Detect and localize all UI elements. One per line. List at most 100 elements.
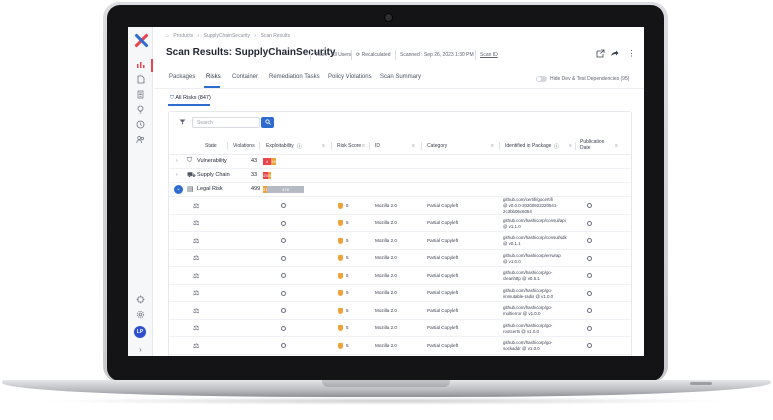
column-menu-icon[interactable]: ≡: [412, 143, 415, 149]
info-icon[interactable]: [281, 290, 286, 296]
export-icon[interactable]: [596, 49, 605, 58]
tab-policy-violations[interactable]: Policy Violations: [328, 74, 372, 80]
info-icon[interactable]: [587, 273, 592, 279]
collapse-chevron-icon[interactable]: ⌄: [174, 185, 183, 194]
avatar[interactable]: LP: [134, 326, 146, 338]
info-icon[interactable]: [587, 308, 592, 314]
info-icon[interactable]: [281, 343, 286, 349]
info-icon[interactable]: [281, 220, 286, 226]
expand-chevron-icon[interactable]: ›: [176, 158, 178, 164]
package-name[interactable]: github.com/hashicorp/go-cleanhttp @ v0.5…: [503, 270, 573, 282]
table-row[interactable]: ⚖ 5 Mozilla 2.0 Partial Copyleft github.com/…: [169, 285, 631, 302]
chart-icon[interactable]: [135, 60, 146, 71]
info-icon[interactable]: [281, 203, 286, 209]
clock-icon[interactable]: [135, 120, 146, 131]
package-name[interactable]: github.com/hashicorp/go-rootcerts @ v1.0…: [503, 323, 573, 335]
license-id[interactable]: Mozilla 2.0: [375, 203, 397, 208]
column-menu-icon[interactable]: ≡: [322, 143, 325, 149]
info-icon[interactable]: [281, 238, 286, 244]
plugin-icon[interactable]: [135, 295, 146, 306]
group-row-supply-chain[interactable]: › ⛟ Supply Chain 33 25 8: [169, 169, 631, 183]
info-icon[interactable]: [587, 343, 592, 349]
hide-dev-test-toggle[interactable]: [536, 76, 547, 82]
tab-scan-summary[interactable]: Scan Summary: [380, 74, 421, 80]
license-id[interactable]: Mozilla 2.0: [375, 238, 397, 243]
info-icon[interactable]: [587, 220, 592, 226]
breadcrumb-products[interactable]: Products: [173, 33, 193, 39]
license-id[interactable]: Mozilla 2.0: [375, 255, 397, 260]
info-icon[interactable]: [587, 238, 592, 244]
table-row[interactable]: ⚖ 5 Mozilla 2.0 Partial Copyleft github.com/…: [169, 197, 631, 215]
table-row[interactable]: ⚖ 5 Mozilla 2.0 Partial Copyleft github.com/…: [169, 250, 631, 267]
app-logo[interactable]: [133, 33, 149, 48]
tab-container[interactable]: Container: [232, 74, 258, 80]
risk-score: 5: [346, 272, 349, 278]
table-row[interactable]: ⚖ 5 Mozilla 2.0 Partial Copyleft github.com/…: [169, 267, 631, 285]
group-row-vulnerability[interactable]: › ⛉ Vulnerability 43 4 19: [169, 155, 631, 169]
column-publication-date[interactable]: Publication Date: [580, 139, 604, 151]
bar-segment: 8: [268, 172, 271, 179]
info-icon[interactable]: [281, 325, 286, 331]
table-row[interactable]: ⚖ 5 Mozilla 2.0 Partial Copyleft github.com/…: [169, 232, 631, 250]
file-icon[interactable]: [135, 75, 146, 86]
column-violations[interactable]: Violations: [233, 143, 255, 149]
package-name[interactable]: github.com/hashicorp/go-sockaddr @ v1.0.…: [503, 340, 573, 352]
info-icon[interactable]: [587, 255, 592, 261]
info-icon[interactable]: [281, 255, 286, 261]
column-menu-icon[interactable]: ≡: [569, 143, 572, 149]
subtab-all-risks[interactable]: ⛉ All Risks (847): [170, 95, 211, 102]
scan-id-link[interactable]: Scan ID: [480, 52, 498, 58]
column-identified-in-package[interactable]: Identified in Package: [505, 143, 551, 149]
package-name[interactable]: github.com/hashicorp/go-multierror @ v1.…: [503, 305, 573, 317]
license-id[interactable]: Mozilla 2.0: [375, 343, 397, 348]
scale-icon: ⚖: [193, 220, 200, 228]
package-name[interactable]: github.com/hashicorp/errwrap @ v1.0.0: [503, 253, 573, 265]
group-count: 43: [251, 158, 258, 164]
bulb-icon[interactable]: [135, 105, 146, 116]
breadcrumb-project[interactable]: SupplyChainSecurity: [204, 33, 250, 39]
home-icon[interactable]: ⌂: [166, 33, 169, 39]
column-menu-icon[interactable]: ≡: [362, 143, 365, 149]
column-menu-icon[interactable]: ≡: [491, 143, 494, 149]
group-count: 499: [251, 186, 261, 192]
tab-remediation-tasks[interactable]: Remediation Tasks: [269, 74, 320, 80]
column-id[interactable]: ID: [375, 143, 380, 149]
package-name[interactable]: github.com/hashicorp/consul/sdk @ v0.1.1: [503, 235, 573, 247]
tab-risks[interactable]: Risks: [206, 74, 221, 80]
license-id[interactable]: Mozilla 2.0: [375, 220, 397, 225]
info-icon[interactable]: [587, 290, 592, 296]
tab-packages[interactable]: Packages: [169, 74, 195, 80]
column-exploitability[interactable]: Exploitability: [266, 143, 294, 149]
table-row[interactable]: ⚖ 5 Mozilla 2.0 Partial Copyleft github.com/…: [169, 320, 631, 337]
table-row[interactable]: ⚖ 5 Mozilla 2.0 Partial Copyleft github.com/…: [169, 337, 631, 355]
column-category[interactable]: Category: [427, 143, 447, 149]
filter-icon[interactable]: [179, 119, 186, 127]
info-icon[interactable]: [587, 203, 592, 209]
expand-chevron-icon[interactable]: ›: [176, 172, 178, 178]
search-input[interactable]: Search: [192, 117, 260, 128]
column-state[interactable]: State: [205, 143, 217, 149]
list-icon[interactable]: [135, 90, 146, 101]
info-icon[interactable]: [587, 325, 592, 331]
users-icon[interactable]: [135, 135, 146, 146]
more-options-icon[interactable]: ⋮: [627, 49, 636, 58]
settings-icon[interactable]: [135, 310, 146, 321]
license-id[interactable]: Mozilla 2.0: [375, 308, 397, 313]
package-name[interactable]: github.com/certifi/gocertifi @ v0.0.0-202…: [503, 197, 573, 215]
license-id[interactable]: Mozilla 2.0: [375, 273, 397, 278]
info-icon[interactable]: [281, 273, 286, 279]
column-menu-icon[interactable]: ≡: [615, 143, 618, 149]
column-risk-score[interactable]: Risk Score: [337, 143, 361, 149]
package-name[interactable]: github.com/hashicorp/consul/api @ v1.1.0: [503, 218, 573, 230]
scanned-date: Scanned : Sep 26, 2023 1:30 PM: [400, 52, 474, 58]
expand-sidebar-icon[interactable]: ›: [135, 344, 146, 355]
group-row-legal-risk[interactable]: ⌄ ▤ Legal Risk 499 21478: [169, 183, 631, 197]
license-id[interactable]: Mozilla 2.0: [375, 290, 397, 295]
search-button[interactable]: [261, 117, 274, 128]
table-row[interactable]: ⚖ 5 Mozilla 2.0 Partial Copyleft github.com/…: [169, 215, 631, 232]
table-row[interactable]: ⚖ 5 Mozilla 2.0 Partial Copyleft github.com/…: [169, 302, 631, 320]
license-id[interactable]: Mozilla 2.0: [375, 325, 397, 330]
package-name[interactable]: github.com/hashicorp/go-immutable-radix …: [503, 288, 573, 300]
info-icon[interactable]: [281, 308, 286, 314]
share-icon[interactable]: [610, 49, 619, 58]
